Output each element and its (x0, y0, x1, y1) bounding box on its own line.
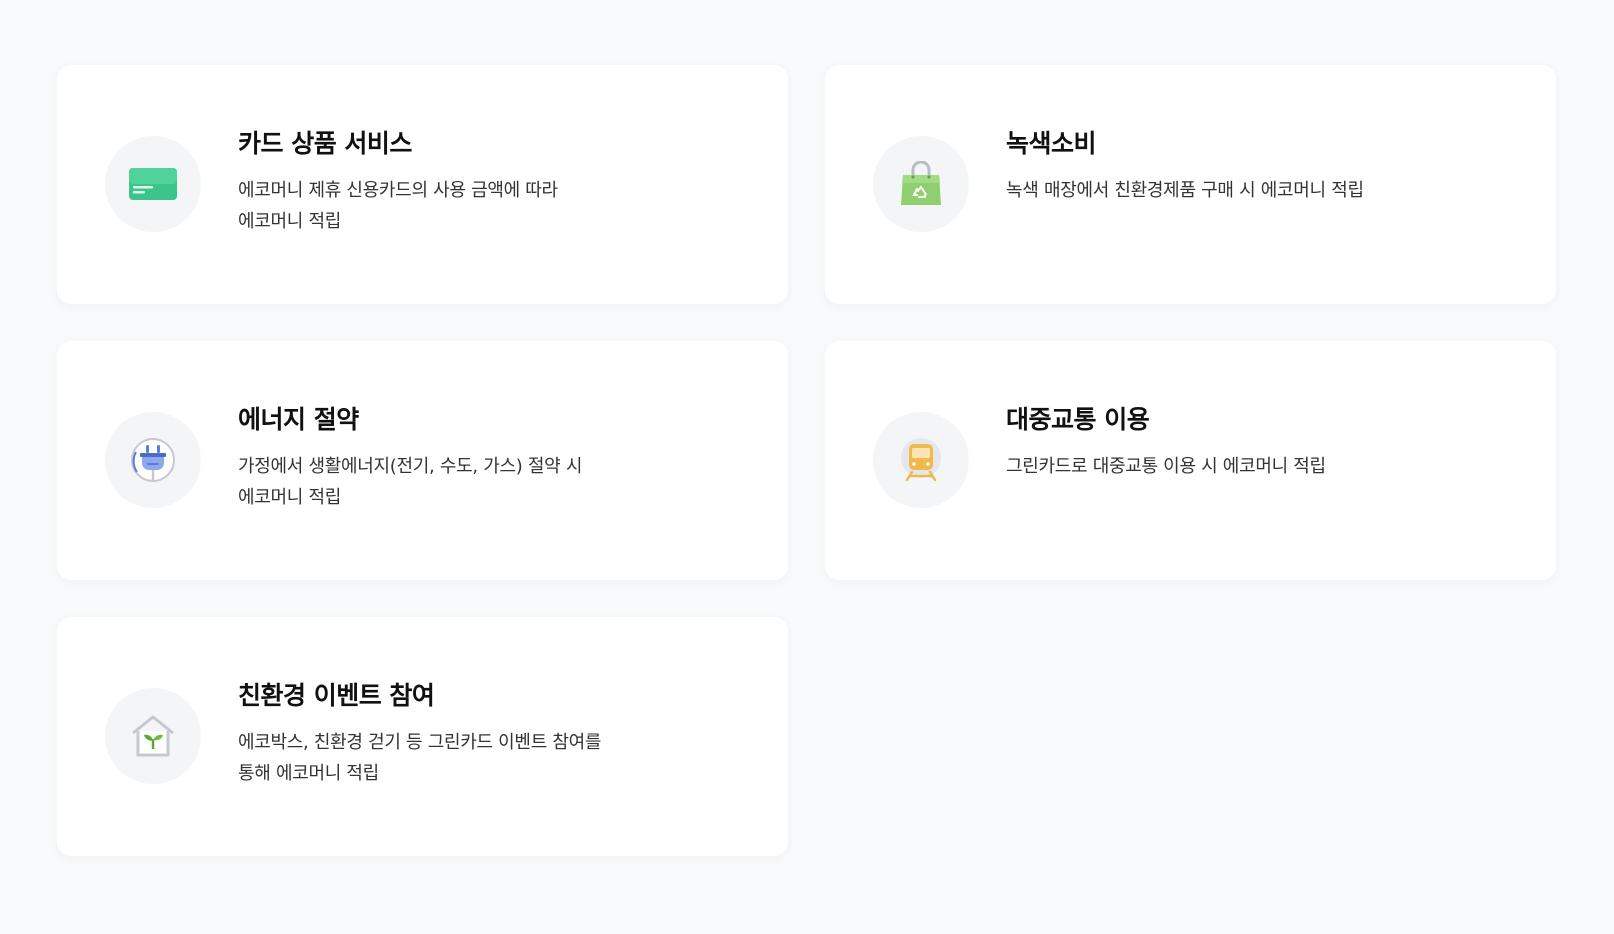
credit-card-icon (129, 168, 177, 200)
card-description: 그린카드로 대중교통 이용 시 에코머니 적립 (1006, 456, 1326, 477)
benefit-card-grid: 카드 상품 서비스 에코머니 제휴 신용카드의 사용 금액에 따라 에코머니 적… (57, 65, 1556, 856)
sprout-house-icon (132, 715, 174, 757)
card-description: 에코머니 제휴 신용카드의 사용 금액에 따라 에코머니 적립 (238, 180, 558, 232)
card-title: 에너지 절약 (238, 405, 359, 434)
train-icon (901, 438, 941, 482)
public-transport-card[interactable]: 대중교통 이용 그린카드로 대중교통 이용 시 에코머니 적립 (825, 341, 1556, 580)
card-icon-circle (105, 136, 201, 232)
plug-icon (131, 438, 175, 482)
card-title: 대중교통 이용 (1006, 405, 1150, 434)
shopping-bag-icon (901, 161, 941, 205)
card-icon-circle (105, 688, 201, 784)
energy-saving-card[interactable]: 에너지 절약 가정에서 생활에너지(전기, 수도, 가스) 절약 시 에코머니 … (57, 341, 788, 580)
card-description: 가정에서 생활에너지(전기, 수도, 가스) 절약 시 에코머니 적립 (238, 456, 583, 508)
card-product-service-card[interactable]: 카드 상품 서비스 에코머니 제휴 신용카드의 사용 금액에 따라 에코머니 적… (57, 65, 788, 304)
card-icon-circle (873, 412, 969, 508)
card-icon-circle (105, 412, 201, 508)
card-icon-circle (873, 136, 969, 232)
eco-event-card[interactable]: 친환경 이벤트 참여 에코박스, 친환경 걷기 등 그린카드 이벤트 참여를 통… (57, 617, 788, 856)
card-description: 에코박스, 친환경 걷기 등 그린카드 이벤트 참여를 통해 에코머니 적립 (238, 732, 602, 784)
card-title: 카드 상품 서비스 (238, 129, 412, 158)
card-title: 녹색소비 (1006, 129, 1097, 158)
card-description: 녹색 매장에서 친환경제품 구매 시 에코머니 적립 (1006, 180, 1364, 201)
green-consumption-card[interactable]: 녹색소비 녹색 매장에서 친환경제품 구매 시 에코머니 적립 (825, 65, 1556, 304)
card-title: 친환경 이벤트 참여 (238, 681, 435, 710)
